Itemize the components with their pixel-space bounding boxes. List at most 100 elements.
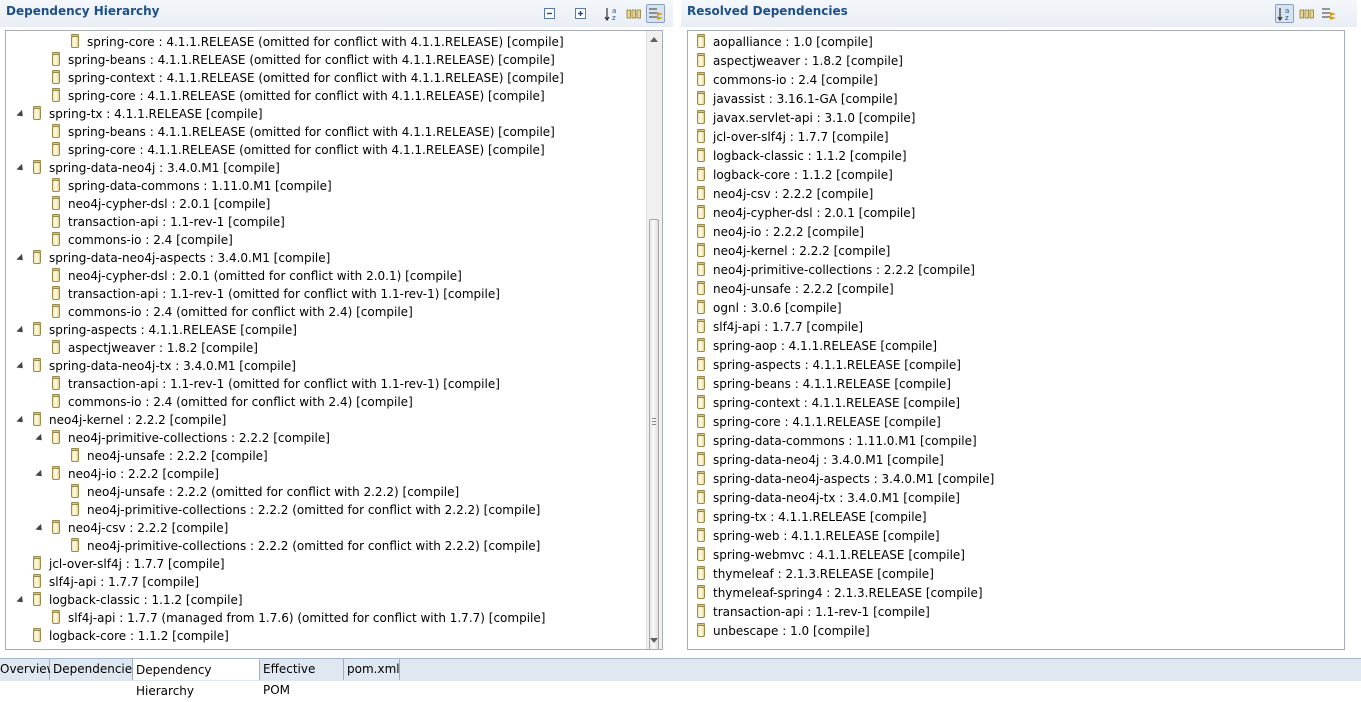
tree-row[interactable]: aspectjweaver : 1.8.2 [compile]: [36, 339, 258, 357]
expand-toggle-icon[interactable]: [16, 361, 26, 371]
tree-row[interactable]: spring-data-commons : 1.11.0.M1 [compile…: [36, 177, 332, 195]
tree-row[interactable]: spring-beans : 4.1.1.RELEASE (omitted fo…: [36, 51, 555, 69]
jar-icon: [697, 91, 705, 105]
expand-toggle-icon[interactable]: [16, 595, 26, 605]
expand-toggle-icon[interactable]: [35, 523, 45, 533]
tree-row[interactable]: transaction-api : 1.1-rev-1 (omitted for…: [36, 285, 500, 303]
tree-row[interactable]: neo4j-primitive-collections : 2.2.2 (omi…: [55, 537, 540, 555]
tree-row[interactable]: spring-aspects : 4.1.1.RELEASE [compile]: [16, 321, 297, 339]
tree-row[interactable]: spring-data-neo4j-aspects : 3.4.0.M1 [co…: [16, 249, 330, 267]
tree-row[interactable]: spring-beans : 4.1.1.RELEASE (omitted fo…: [36, 123, 555, 141]
tree-row[interactable]: logback-core : 1.1.2 [compile]: [17, 627, 229, 645]
list-item[interactable]: neo4j-cypher-dsl : 2.0.1 [compile]: [697, 204, 915, 222]
expand-toggle-icon[interactable]: [35, 469, 45, 479]
list-item[interactable]: spring-data-commons : 1.11.0.M1 [compile…: [697, 432, 977, 450]
list-item[interactable]: commons-io : 2.4 [compile]: [697, 71, 878, 89]
expand-toggle-icon[interactable]: [16, 253, 26, 263]
tree-row[interactable]: neo4j-primitive-collections : 2.2.2 (omi…: [55, 501, 540, 519]
tree-row[interactable]: neo4j-cypher-dsl : 2.0.1 [compile]: [36, 195, 270, 213]
tree-row[interactable]: neo4j-unsafe : 2.2.2 (omitted for confli…: [55, 483, 459, 501]
sort-alphabetically-button[interactable]: az: [1275, 4, 1294, 23]
expand-toggle-icon[interactable]: [16, 325, 26, 335]
jar-icon: [52, 268, 60, 282]
tab-dependency-hierarchy[interactable]: Dependency Hierarchy: [133, 659, 260, 698]
tree-row[interactable]: transaction-api : 1.1-rev-1 (omitted for…: [36, 375, 500, 393]
list-item[interactable]: spring-webmvc : 4.1.1.RELEASE [compile]: [697, 546, 965, 564]
expand-toggle-icon[interactable]: [16, 163, 26, 173]
list-item[interactable]: unbescape : 1.0 [compile]: [697, 622, 870, 640]
tree-row[interactable]: neo4j-kernel : 2.2.2 [compile]: [16, 411, 226, 429]
show-group-id-button[interactable]: [624, 4, 643, 23]
list-item[interactable]: thymeleaf-spring4 : 2.1.3.RELEASE [compi…: [697, 584, 983, 602]
tree-row[interactable]: jcl-over-slf4j : 1.7.7 [compile]: [17, 555, 225, 573]
tree-row[interactable]: spring-tx : 4.1.1.RELEASE [compile]: [16, 105, 263, 123]
tree-row[interactable]: neo4j-csv : 2.2.2 [compile]: [35, 519, 228, 537]
list-item[interactable]: logback-core : 1.1.2 [compile]: [697, 166, 893, 184]
tree-row[interactable]: commons-io : 2.4 (omitted for conflict w…: [36, 393, 413, 411]
list-item[interactable]: spring-data-neo4j : 3.4.0.M1 [compile]: [697, 451, 944, 469]
tree-row[interactable]: spring-data-neo4j-tx : 3.4.0.M1 [compile…: [16, 357, 296, 375]
list-item[interactable]: aspectjweaver : 1.8.2 [compile]: [697, 52, 903, 70]
tree-row[interactable]: spring-context : 4.1.1.RELEASE (omitted …: [36, 69, 564, 87]
list-item[interactable]: thymeleaf : 2.1.3.RELEASE [compile]: [697, 565, 934, 583]
list-item[interactable]: slf4j-api : 1.7.7 [compile]: [697, 318, 863, 336]
list-item[interactable]: neo4j-unsafe : 2.2.2 [compile]: [697, 280, 894, 298]
collapse-all-button[interactable]: [540, 4, 559, 23]
scroll-up-icon[interactable]: [650, 37, 658, 42]
filter-button[interactable]: [646, 4, 665, 23]
filter-button[interactable]: [1319, 4, 1338, 23]
tab-overview[interactable]: Overview: [0, 659, 57, 680]
list-item[interactable]: javassist : 3.16.1-GA [compile]: [697, 90, 898, 108]
show-group-id-button[interactable]: [1297, 4, 1316, 23]
tree-row[interactable]: spring-core : 4.1.1.RELEASE (omitted for…: [36, 87, 545, 105]
list-item[interactable]: spring-aspects : 4.1.1.RELEASE [compile]: [697, 356, 961, 374]
list-item[interactable]: spring-data-neo4j-aspects : 3.4.0.M1 [co…: [697, 470, 994, 488]
dependency-hierarchy-tree[interactable]: spring-core : 4.1.1.RELEASE (omitted for…: [5, 30, 663, 650]
list-item[interactable]: spring-context : 4.1.1.RELEASE [compile]: [697, 394, 960, 412]
tree-row[interactable]: transaction-api : 1.1-rev-1 [compile]: [36, 213, 285, 231]
jar-icon: [52, 196, 60, 210]
tree-row[interactable]: commons-io : 2.4 [compile]: [36, 231, 233, 249]
list-item[interactable]: ognl : 3.0.6 [compile]: [697, 299, 842, 317]
list-item[interactable]: javax.servlet-api : 3.1.0 [compile]: [697, 109, 915, 127]
tree-row[interactable]: slf4j-api : 1.7.7 [compile]: [17, 573, 199, 591]
hierarchy-vertical-scrollbar[interactable]: [646, 31, 662, 649]
tree-row[interactable]: slf4j-api : 1.7.7 (managed from 1.7.6) (…: [36, 609, 545, 627]
list-item[interactable]: aopalliance : 1.0 [compile]: [697, 33, 873, 51]
expand-toggle-icon[interactable]: [35, 433, 45, 443]
list-item[interactable]: spring-tx : 4.1.1.RELEASE [compile]: [697, 508, 927, 526]
tree-row[interactable]: spring-data-neo4j : 3.4.0.M1 [compile]: [16, 159, 280, 177]
expand-all-button[interactable]: [571, 4, 590, 23]
tab-pom-xml[interactable]: pom.xml: [344, 659, 400, 680]
list-item[interactable]: logback-classic : 1.1.2 [compile]: [697, 147, 907, 165]
expand-toggle-icon[interactable]: [16, 109, 26, 119]
list-item[interactable]: neo4j-io : 2.2.2 [compile]: [697, 223, 864, 241]
list-item[interactable]: transaction-api : 1.1-rev-1 [compile]: [697, 603, 930, 621]
expand-toggle-icon[interactable]: [16, 415, 26, 425]
list-item[interactable]: spring-web : 4.1.1.RELEASE [compile]: [697, 527, 940, 545]
list-item[interactable]: spring-data-neo4j-tx : 3.4.0.M1 [compile…: [697, 489, 960, 507]
tree-row[interactable]: neo4j-cypher-dsl : 2.0.1 (omitted for co…: [36, 267, 462, 285]
list-item[interactable]: neo4j-csv : 2.2.2 [compile]: [697, 185, 873, 203]
list-item[interactable]: neo4j-primitive-collections : 2.2.2 [com…: [697, 261, 975, 279]
list-item[interactable]: spring-core : 4.1.1.RELEASE [compile]: [697, 413, 941, 431]
sort-alphabetically-button[interactable]: az: [602, 4, 621, 23]
tree-row[interactable]: logback-classic : 1.1.2 [compile]: [16, 591, 243, 609]
scrollbar-thumb[interactable]: [649, 219, 659, 649]
resolved-dependencies-list[interactable]: aopalliance : 1.0 [compile] aspectjweaver…: [687, 30, 1345, 650]
jar-icon: [697, 433, 705, 447]
tree-row[interactable]: neo4j-io : 2.2.2 [compile]: [35, 465, 219, 483]
list-item[interactable]: jcl-over-slf4j : 1.7.7 [compile]: [697, 128, 889, 146]
scroll-down-icon[interactable]: [650, 638, 658, 643]
tree-row[interactable]: commons-io : 2.4 (omitted for conflict w…: [36, 303, 413, 321]
svg-text:z: z: [612, 14, 616, 22]
tree-row[interactable]: neo4j-unsafe : 2.2.2 [compile]: [55, 447, 268, 465]
tab-effective-pom[interactable]: Effective POM: [260, 659, 344, 697]
tree-row[interactable]: neo4j-primitive-collections : 2.2.2 [com…: [35, 429, 330, 447]
tree-row[interactable]: spring-core : 4.1.1.RELEASE (omitted for…: [55, 33, 564, 51]
list-item[interactable]: spring-aop : 4.1.1.RELEASE [compile]: [697, 337, 937, 355]
tab-dependencies[interactable]: Dependencies: [50, 659, 138, 680]
tree-row[interactable]: spring-core : 4.1.1.RELEASE (omitted for…: [36, 141, 545, 159]
list-item[interactable]: spring-beans : 4.1.1.RELEASE [compile]: [697, 375, 951, 393]
list-item[interactable]: neo4j-kernel : 2.2.2 [compile]: [697, 242, 890, 260]
